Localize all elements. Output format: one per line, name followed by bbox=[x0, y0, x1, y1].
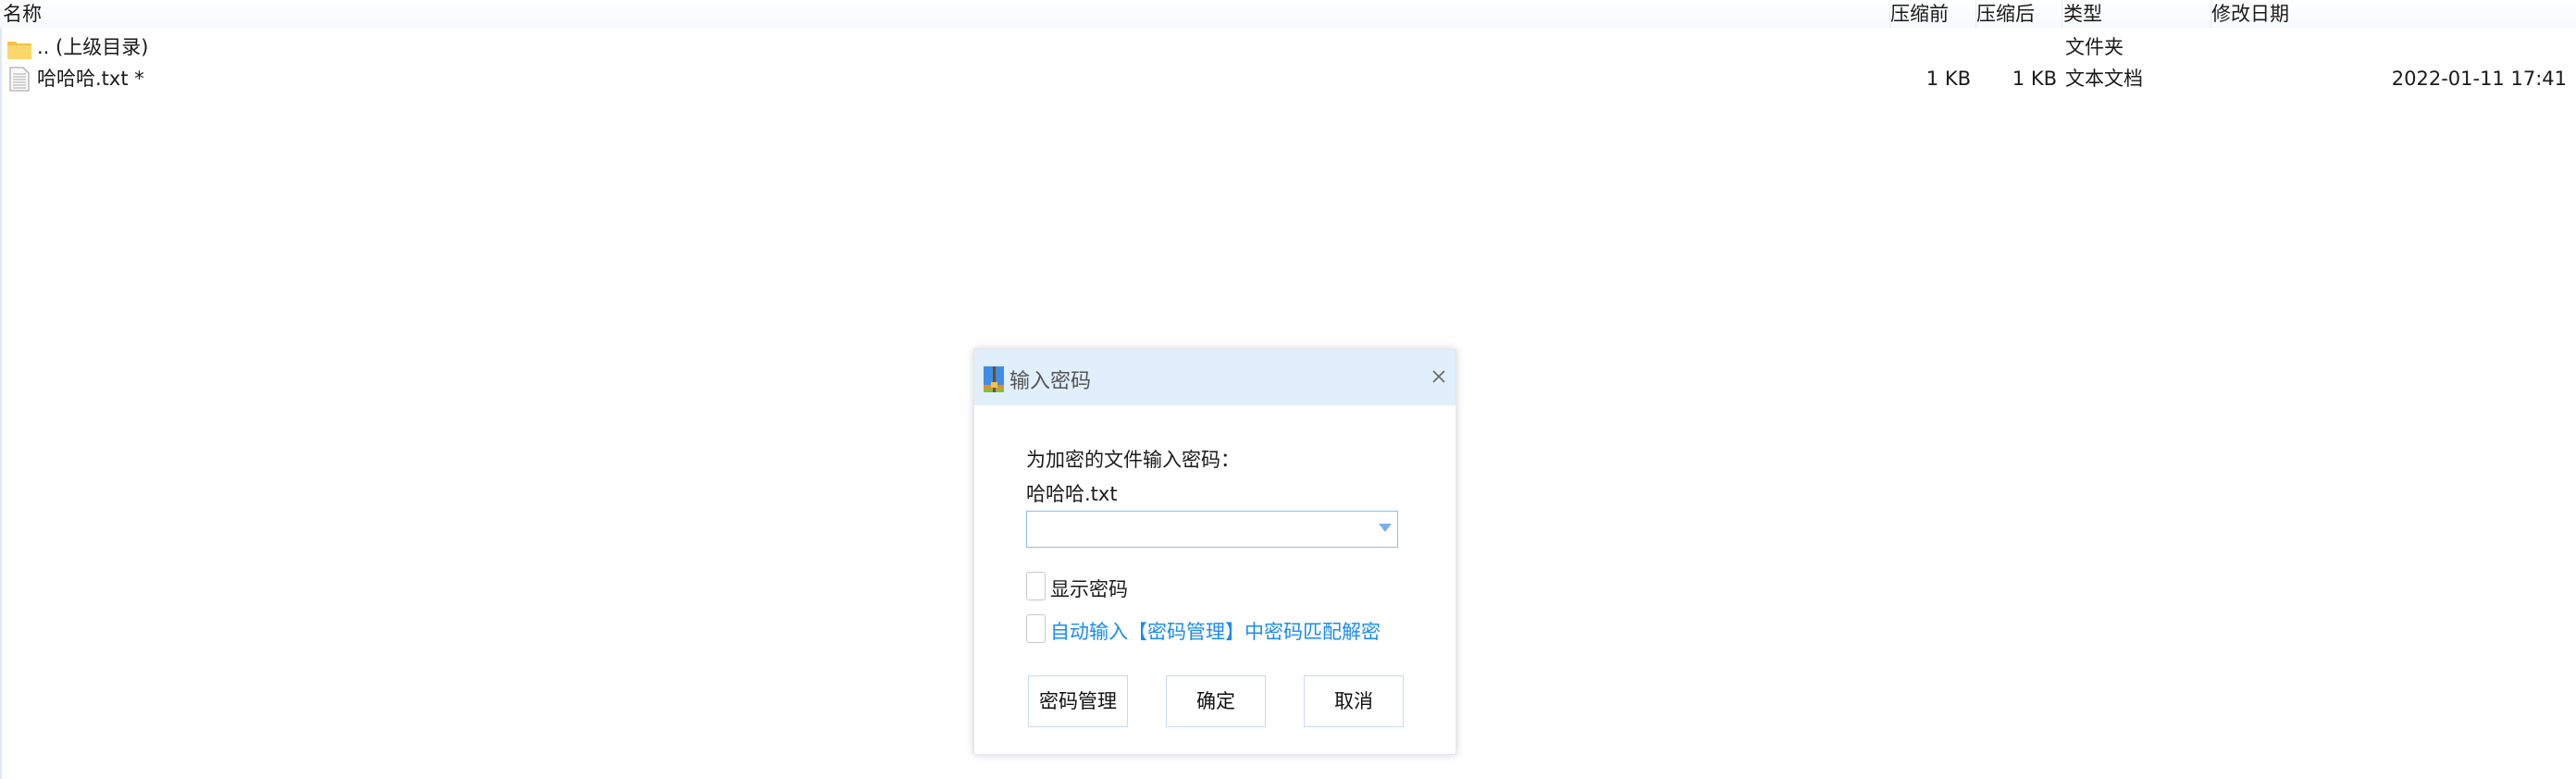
column-modified[interactable]: 修改日期 bbox=[2211, 2, 2289, 26]
password-input[interactable] bbox=[1026, 511, 1398, 548]
password-dialog: 输入密码 为加密的文件输入密码： 哈哈哈.txt 显示密码 自动输入【密码管理】… bbox=[973, 349, 1456, 755]
show-password-label[interactable]: 显示密码 bbox=[1050, 575, 1128, 602]
password-prompt: 为加密的文件输入密码： bbox=[1026, 449, 1240, 471]
archive-app-icon bbox=[984, 366, 1004, 392]
dialog-title: 输入密码 bbox=[1009, 370, 1092, 393]
column-header-bar: 名称 压缩前 压缩后 类型 修改日期 bbox=[0, 0, 2576, 28]
file-size-before: 1 KB bbox=[1926, 68, 1971, 90]
dialog-title-bar[interactable]: 输入密码 bbox=[974, 350, 1455, 405]
show-password-checkbox[interactable] bbox=[1026, 572, 1046, 600]
file-name: 哈哈哈.txt * bbox=[37, 68, 144, 90]
file-name: .. (上级目录) bbox=[37, 36, 149, 58]
password-manager-button[interactable]: 密码管理 bbox=[1028, 675, 1128, 727]
auto-fill-checkbox[interactable] bbox=[1026, 614, 1046, 643]
text-file-icon bbox=[9, 67, 30, 92]
column-type[interactable]: 类型 bbox=[2063, 2, 2102, 26]
file-type: 文件夹 bbox=[2065, 36, 2124, 58]
file-row-parent[interactable]: .. (上级目录) 文件夹 bbox=[0, 31, 2576, 63]
cancel-button[interactable]: 取消 bbox=[1304, 675, 1404, 727]
column-name[interactable]: 名称 bbox=[3, 2, 42, 26]
file-type: 文本文档 bbox=[2065, 68, 2143, 90]
file-row[interactable]: 哈哈哈.txt * 1 KB 1 KB 文本文档 2022-01-11 17:4… bbox=[0, 63, 2576, 94]
file-modified: 2022-01-11 17:41 bbox=[2391, 68, 2567, 90]
ok-button[interactable]: 确定 bbox=[1166, 675, 1266, 727]
folder-icon bbox=[7, 37, 31, 59]
column-before[interactable]: 压缩前 bbox=[1890, 2, 1949, 26]
pane-border bbox=[0, 28, 2, 779]
close-icon[interactable] bbox=[1426, 364, 1452, 390]
column-after[interactable]: 压缩后 bbox=[1976, 2, 2035, 26]
file-size-after: 1 KB bbox=[2012, 68, 2057, 90]
encrypted-filename: 哈哈哈.txt bbox=[1026, 483, 1118, 505]
auto-fill-link[interactable]: 自动输入【密码管理】中密码匹配解密 bbox=[1050, 617, 1381, 645]
dropdown-arrow-icon[interactable] bbox=[1379, 524, 1392, 532]
